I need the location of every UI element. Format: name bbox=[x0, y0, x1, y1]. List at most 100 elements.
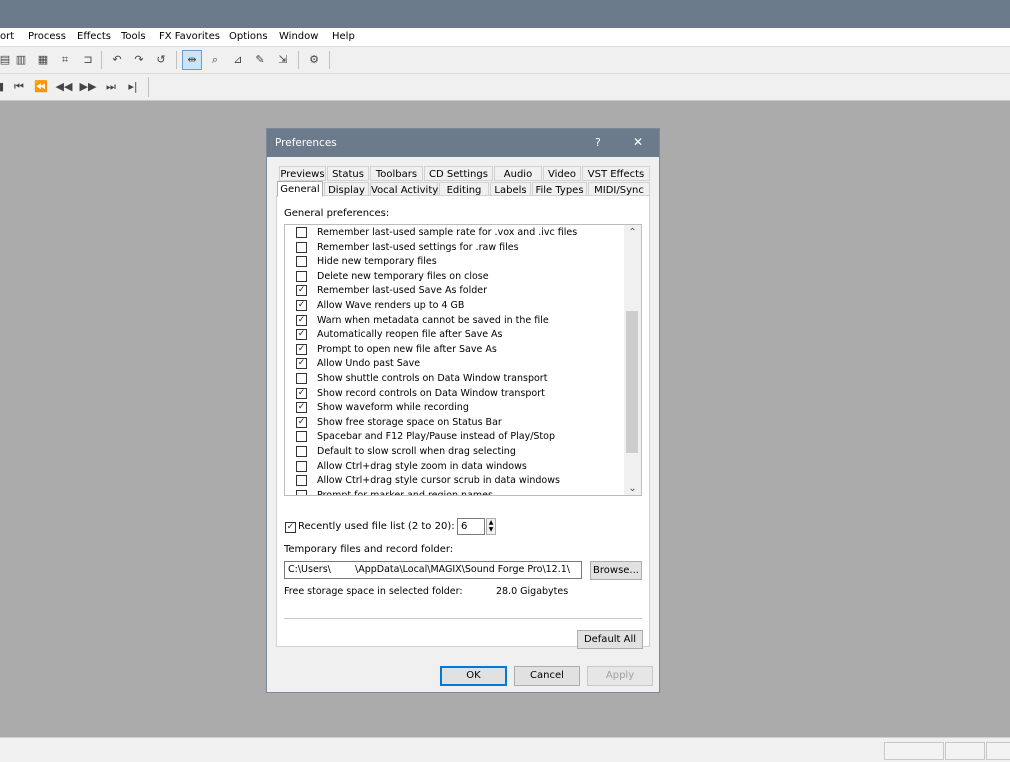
preference-item[interactable]: Delete new temporary files on close bbox=[296, 270, 626, 284]
tab-previews[interactable]: Previews bbox=[279, 166, 326, 181]
menu-import[interactable]: ort bbox=[0, 31, 14, 42]
recent-files-spinner[interactable]: ▲ ▼ bbox=[486, 518, 496, 535]
paste-new-icon[interactable]: ▥ bbox=[12, 51, 30, 69]
rewind-icon[interactable]: ⏪ bbox=[32, 78, 50, 96]
tab-vst-effects[interactable]: VST Effects bbox=[582, 166, 650, 181]
preference-item[interactable]: ✓ Show record controls on Data Window tra… bbox=[296, 387, 626, 401]
trim-icon[interactable]: ⊐ bbox=[79, 51, 97, 69]
preference-checkbox[interactable] bbox=[296, 489, 307, 495]
preference-item[interactable]: Hide new temporary files bbox=[296, 255, 626, 269]
menu-window[interactable]: Window bbox=[279, 31, 318, 42]
preference-checkbox[interactable] bbox=[296, 475, 307, 487]
fast-forward-icon[interactable]: ▶▶ bbox=[79, 78, 97, 96]
preference-item[interactable]: ✓ Allow Undo past Save bbox=[296, 357, 626, 371]
menu-options[interactable]: Options bbox=[229, 31, 268, 42]
recent-files-input[interactable]: 6 bbox=[457, 518, 485, 535]
pencil-tool-icon[interactable]: ✎ bbox=[251, 51, 269, 69]
list-scrollbar[interactable]: ⌃ ⌄ bbox=[624, 225, 641, 495]
rewind-fast-icon[interactable]: ◀◀ bbox=[55, 78, 73, 96]
go-to-start-icon[interactable]: ⏮ bbox=[10, 78, 28, 96]
preference-item[interactable]: ✓ Remember last-used Save As folder bbox=[296, 284, 626, 298]
browse-button[interactable]: Browse... bbox=[590, 561, 642, 580]
scroll-down-icon[interactable]: ⌄ bbox=[624, 482, 641, 495]
preference-item[interactable]: ✓ Prompt to open new file after Save As bbox=[296, 343, 626, 357]
preference-checkbox[interactable] bbox=[296, 241, 307, 253]
close-icon[interactable]: ✕ bbox=[633, 135, 643, 149]
menu-bar: ort Process Effects Tools FX Favorites O… bbox=[0, 28, 1010, 46]
preference-item[interactable]: ✓ Warn when metadata cannot be saved in t… bbox=[296, 314, 626, 328]
ok-button[interactable]: OK bbox=[440, 666, 507, 686]
mix-icon[interactable]: ▦ bbox=[34, 51, 52, 69]
preference-item[interactable]: Show shuttle controls on Data Window tra… bbox=[296, 372, 626, 386]
menu-fx-favorites[interactable]: FX Favorites bbox=[159, 31, 220, 42]
menu-process[interactable]: Process bbox=[28, 31, 66, 42]
recent-files-label: Recently used file list (2 to 20): bbox=[298, 521, 455, 532]
preference-checkbox[interactable]: ✓ bbox=[296, 416, 307, 428]
menu-tools[interactable]: Tools bbox=[121, 31, 146, 42]
crop-icon[interactable]: ⌗ bbox=[56, 51, 74, 69]
preferences-list[interactable]: Remember last-used sample rate for .vox … bbox=[284, 224, 642, 496]
preference-checkbox[interactable]: ✓ bbox=[296, 402, 307, 414]
preference-item[interactable]: Default to slow scroll when drag selecti… bbox=[296, 445, 626, 459]
edit-tool-icon[interactable]: ⇹ bbox=[182, 50, 202, 70]
tab-audio[interactable]: Audio bbox=[494, 166, 542, 181]
plugin-chain-icon[interactable]: ⚙ bbox=[305, 51, 323, 69]
next-icon[interactable]: ▸| bbox=[124, 78, 142, 96]
preference-checkbox[interactable] bbox=[296, 460, 307, 472]
preference-checkbox[interactable] bbox=[296, 373, 307, 384]
preference-checkbox[interactable] bbox=[296, 227, 307, 238]
menu-help[interactable]: Help bbox=[332, 31, 355, 42]
preference-item[interactable]: ✓ Show free storage space on Status Bar bbox=[296, 416, 626, 430]
preference-item[interactable]: Spacebar and F12 Play/Pause instead of P… bbox=[296, 430, 626, 444]
preference-item[interactable]: Prompt for marker and region names bbox=[296, 489, 626, 495]
event-tool-icon[interactable]: ⇲ bbox=[274, 51, 292, 69]
preference-checkbox[interactable]: ✓ bbox=[296, 285, 307, 297]
tab-video[interactable]: Video bbox=[543, 166, 581, 181]
preference-checkbox[interactable] bbox=[296, 270, 307, 282]
preference-checkbox[interactable]: ✓ bbox=[296, 300, 307, 311]
preference-checkbox[interactable]: ✓ bbox=[296, 329, 307, 341]
status-panel bbox=[945, 742, 985, 760]
repeat-icon[interactable]: ↺ bbox=[152, 51, 170, 69]
scrollbar-thumb[interactable] bbox=[626, 311, 638, 453]
help-button[interactable]: ? bbox=[595, 136, 601, 149]
tab-general[interactable]: General bbox=[277, 181, 323, 197]
preference-item[interactable]: ✓ Allow Wave renders up to 4 GB bbox=[296, 299, 626, 313]
preference-item[interactable]: Remember last-used sample rate for .vox … bbox=[296, 226, 626, 240]
preference-checkbox[interactable]: ✓ bbox=[296, 314, 307, 326]
menu-effects[interactable]: Effects bbox=[77, 31, 111, 42]
preference-checkbox[interactable] bbox=[296, 431, 307, 443]
dialog-title-bar: Preferences ? ✕ bbox=[267, 129, 659, 157]
scroll-up-icon[interactable]: ⌃ bbox=[624, 225, 641, 240]
recent-files-checkbox[interactable]: ✓ bbox=[285, 522, 296, 533]
preference-item[interactable]: ✓ Automatically reopen file after Save As bbox=[296, 328, 626, 342]
preference-checkbox[interactable]: ✓ bbox=[296, 387, 307, 399]
status-panel bbox=[884, 742, 944, 760]
preference-item[interactable]: Allow Ctrl+drag style cursor scrub in da… bbox=[296, 474, 626, 488]
go-to-end-icon[interactable]: ⏭ bbox=[102, 78, 120, 96]
apply-button[interactable]: Apply bbox=[587, 666, 653, 686]
tab-cd-settings[interactable]: CD Settings bbox=[424, 166, 493, 181]
cancel-button[interactable]: Cancel bbox=[514, 666, 580, 686]
magnify-tool-icon[interactable]: ⌕ bbox=[206, 51, 224, 69]
tab-status[interactable]: Status bbox=[327, 166, 369, 181]
preferences-dialog: Preferences ? ✕ Previews Status Toolbars… bbox=[266, 128, 660, 693]
preference-label: Warn when metadata cannot be saved in th… bbox=[317, 314, 549, 326]
preference-label: Automatically reopen file after Save As bbox=[317, 329, 503, 341]
undo-icon[interactable]: ↶ bbox=[108, 51, 126, 69]
default-all-button[interactable]: Default All bbox=[577, 630, 643, 649]
redo-icon[interactable]: ↷ bbox=[130, 51, 148, 69]
preference-item[interactable]: Remember last-used settings for .raw fil… bbox=[296, 241, 626, 255]
preference-checkbox[interactable]: ✓ bbox=[296, 343, 307, 355]
preference-checkbox[interactable]: ✓ bbox=[296, 358, 307, 370]
transport-toolbar: ▮ ⏮ ⏪ ◀◀ ▶▶ ⏭ ▸| bbox=[0, 73, 1010, 101]
preference-checkbox[interactable] bbox=[296, 256, 307, 268]
preference-label: Remember last-used sample rate for .vox … bbox=[317, 227, 578, 238]
tab-toolbars[interactable]: Toolbars bbox=[370, 166, 423, 181]
preference-checkbox[interactable] bbox=[296, 446, 307, 457]
preference-item[interactable]: Allow Ctrl+drag style zoom in data windo… bbox=[296, 460, 626, 474]
temp-folder-input[interactable]: C:\Users\ \AppData\Local\MAGIX\Sound For… bbox=[284, 561, 582, 579]
preference-item[interactable]: ✓ Show waveform while recording bbox=[296, 401, 626, 415]
stop-icon[interactable]: ▮ bbox=[0, 78, 10, 96]
envelope-tool-icon[interactable]: ⊿ bbox=[229, 51, 247, 69]
